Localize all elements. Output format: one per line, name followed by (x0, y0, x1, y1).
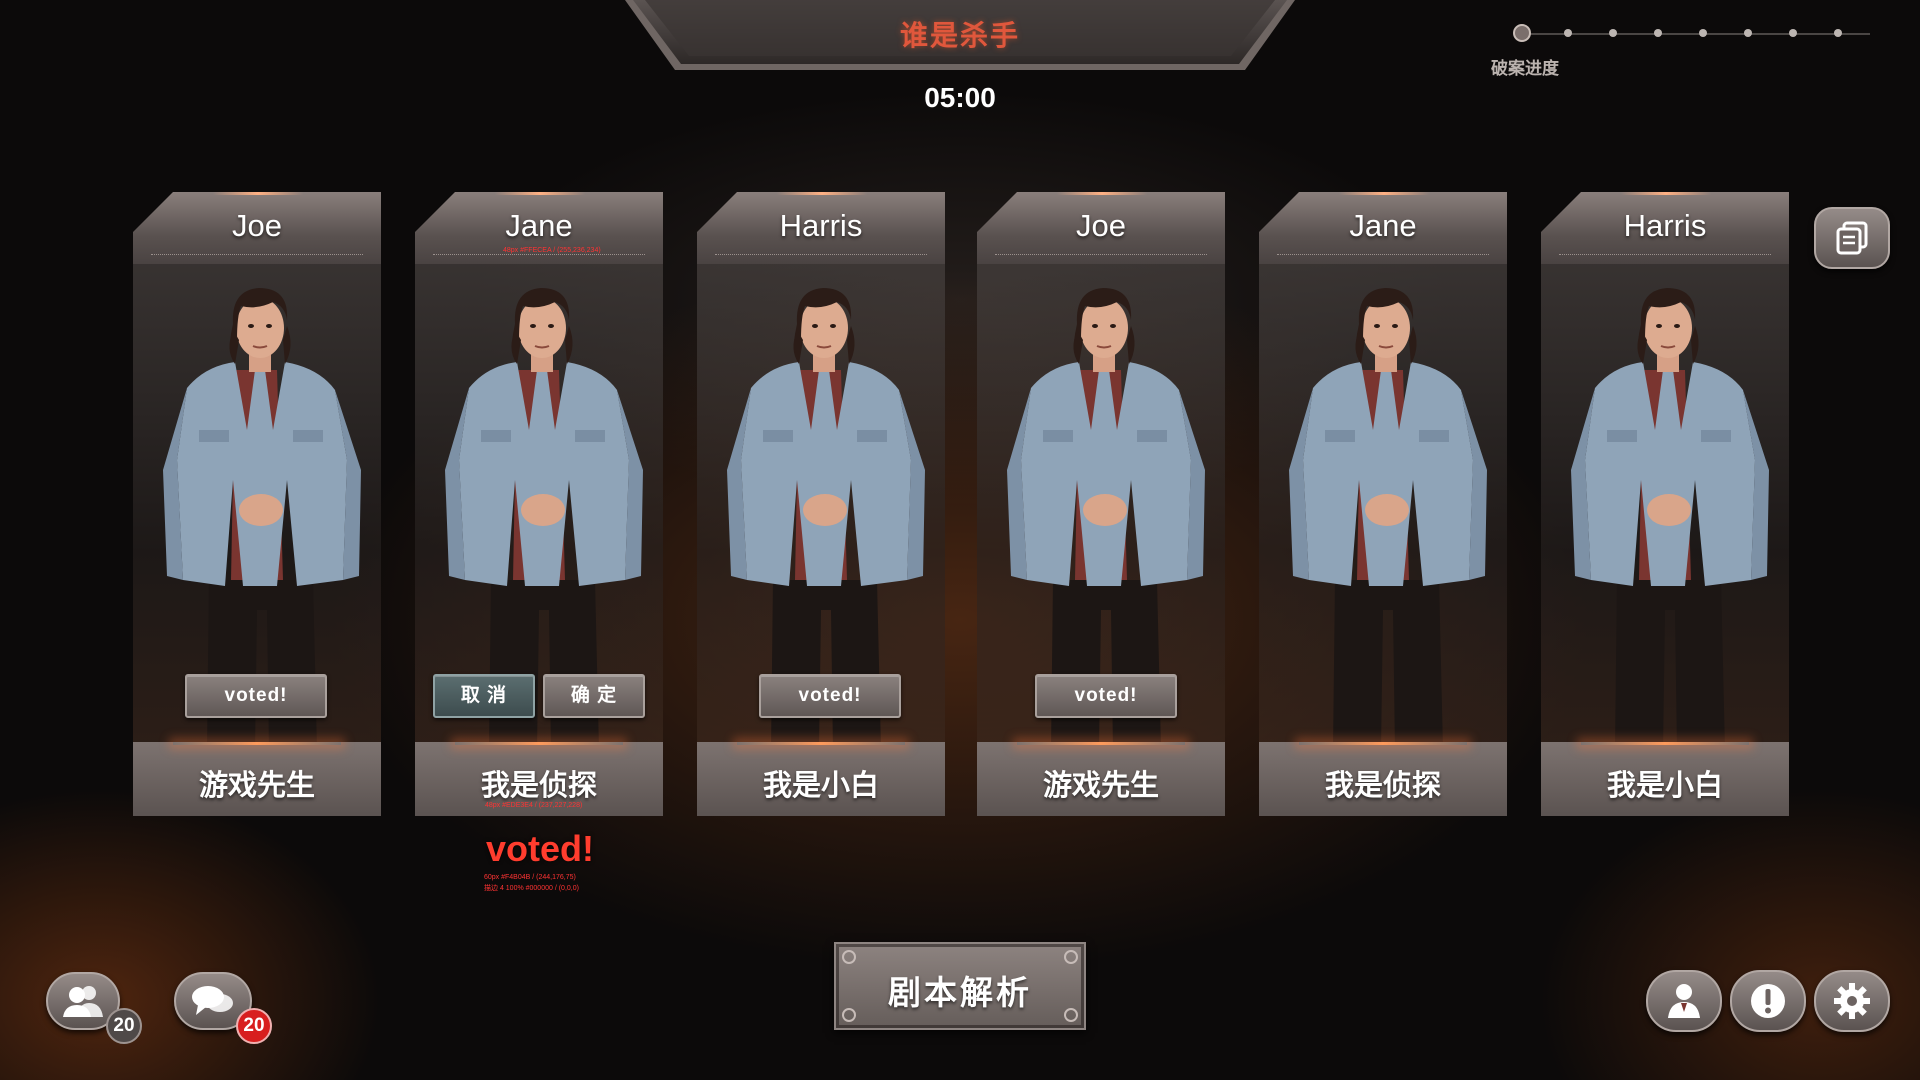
alert-button[interactable] (1730, 970, 1806, 1032)
character-card[interactable]: Joe voted! 游戏先生 (133, 192, 381, 816)
corner-ornament (1064, 950, 1078, 964)
progress-node (1609, 29, 1617, 37)
card-footer: 我是小白 (697, 742, 945, 816)
progress-node (1834, 29, 1842, 37)
character-portrait (1006, 287, 1206, 742)
settings-button[interactable] (1814, 970, 1890, 1032)
design-annotation: 60px #F4B04B / (244,176,75) (484, 874, 576, 881)
card-portrait-area (1259, 264, 1507, 742)
card-footer: 我是侦探 (1259, 742, 1507, 816)
player-role-name: 游戏先生 (198, 770, 315, 802)
game-title: 谁是杀手 (899, 20, 1020, 51)
host-icon (1668, 984, 1700, 1018)
cancel-button[interactable]: 取 消 (433, 674, 535, 718)
character-portrait (1288, 287, 1488, 742)
players-icon (63, 986, 103, 1017)
chat-count-badge: 20 (236, 1008, 272, 1044)
alert-icon (1751, 984, 1785, 1018)
card-portrait-area: voted! (977, 264, 1225, 742)
card-header: Joe (133, 192, 381, 264)
character-card[interactable]: Jane 48px #FFECEA / (255,236,234) 取 消 确 … (415, 192, 663, 816)
confirm-button[interactable]: 确 定 (543, 674, 645, 718)
card-header: Jane (1259, 192, 1507, 264)
card-portrait-area: 取 消 确 定 (415, 264, 663, 742)
chat-icon (192, 986, 233, 1015)
card-footer: 我是侦探 48px #EDE3E4 / (237,227,228) (415, 742, 663, 816)
host-button[interactable] (1646, 970, 1722, 1032)
notes-button[interactable] (1814, 207, 1890, 269)
character-card[interactable]: Harris voted! 我是小白 (697, 192, 945, 816)
card-portrait-area: voted! (133, 264, 381, 742)
player-role-name: 游戏先生 (1042, 770, 1159, 802)
progress-node-current (1513, 24, 1531, 42)
settings-icon (1834, 983, 1870, 1019)
card-footer: 游戏先生 (133, 742, 381, 816)
card-portrait-area (1541, 264, 1789, 742)
countdown-timer: 05:00 (924, 82, 996, 113)
corner-ornament (842, 950, 856, 964)
player-role-name: 我是侦探 (1324, 770, 1441, 802)
progress-label: 破案进度 (1491, 59, 1559, 78)
card-header: Jane 48px #FFECEA / (255,236,234) (415, 192, 663, 264)
title-banner: 谁是杀手 (625, 0, 1295, 74)
character-card[interactable]: Jane 我是侦探 (1259, 192, 1507, 816)
voted-button[interactable]: voted! (1035, 674, 1177, 718)
card-portrait-area: voted! (697, 264, 945, 742)
players-count-badge: 20 (106, 1008, 142, 1044)
character-name: Harris (779, 208, 863, 243)
card-header: Harris (697, 192, 945, 264)
script-analysis-label: 剧本解析 (888, 974, 1032, 1011)
character-name: Joe (232, 208, 282, 243)
progress-node (1789, 29, 1797, 37)
design-annotation: 描边 4 100% #000000 / (0,0,0) (484, 885, 579, 892)
voted-button[interactable]: voted! (185, 674, 327, 718)
card-footer: 我是小白 (1541, 742, 1789, 816)
character-card[interactable]: Harris 我是小白 (1541, 192, 1789, 816)
character-card[interactable]: Joe voted! 游戏先生 (977, 192, 1225, 816)
notes-icon (1836, 221, 1868, 255)
character-name: Jane (505, 208, 573, 243)
progress-line (1522, 33, 1870, 35)
player-role-name: 我是小白 (1606, 770, 1723, 802)
card-header: Joe (977, 192, 1225, 264)
card-footer: 游戏先生 (977, 742, 1225, 816)
voted-button[interactable]: voted! (759, 674, 901, 718)
character-portrait (726, 287, 926, 742)
script-analysis-button[interactable]: 剧本解析 (834, 942, 1086, 1030)
progress-node (1699, 29, 1707, 37)
character-portrait (162, 287, 362, 742)
vote-result-label: voted! (486, 828, 594, 869)
character-portrait (1570, 287, 1770, 742)
design-annotation: 48px #FFECEA / (255,236,234) (503, 247, 601, 254)
progress-node (1654, 29, 1662, 37)
progress-node (1744, 29, 1752, 37)
character-name: Jane (1349, 208, 1417, 243)
case-progress: 破案进度 (1490, 20, 1880, 80)
character-name: Harris (1623, 208, 1707, 243)
player-role-name: 我是侦探 (480, 770, 597, 802)
design-annotation: 48px #EDE3E4 / (237,227,228) (485, 802, 583, 809)
character-name: Joe (1076, 208, 1126, 243)
character-portrait (444, 287, 644, 742)
card-header: Harris (1541, 192, 1789, 264)
player-role-name: 我是小白 (762, 770, 879, 802)
progress-node (1564, 29, 1572, 37)
